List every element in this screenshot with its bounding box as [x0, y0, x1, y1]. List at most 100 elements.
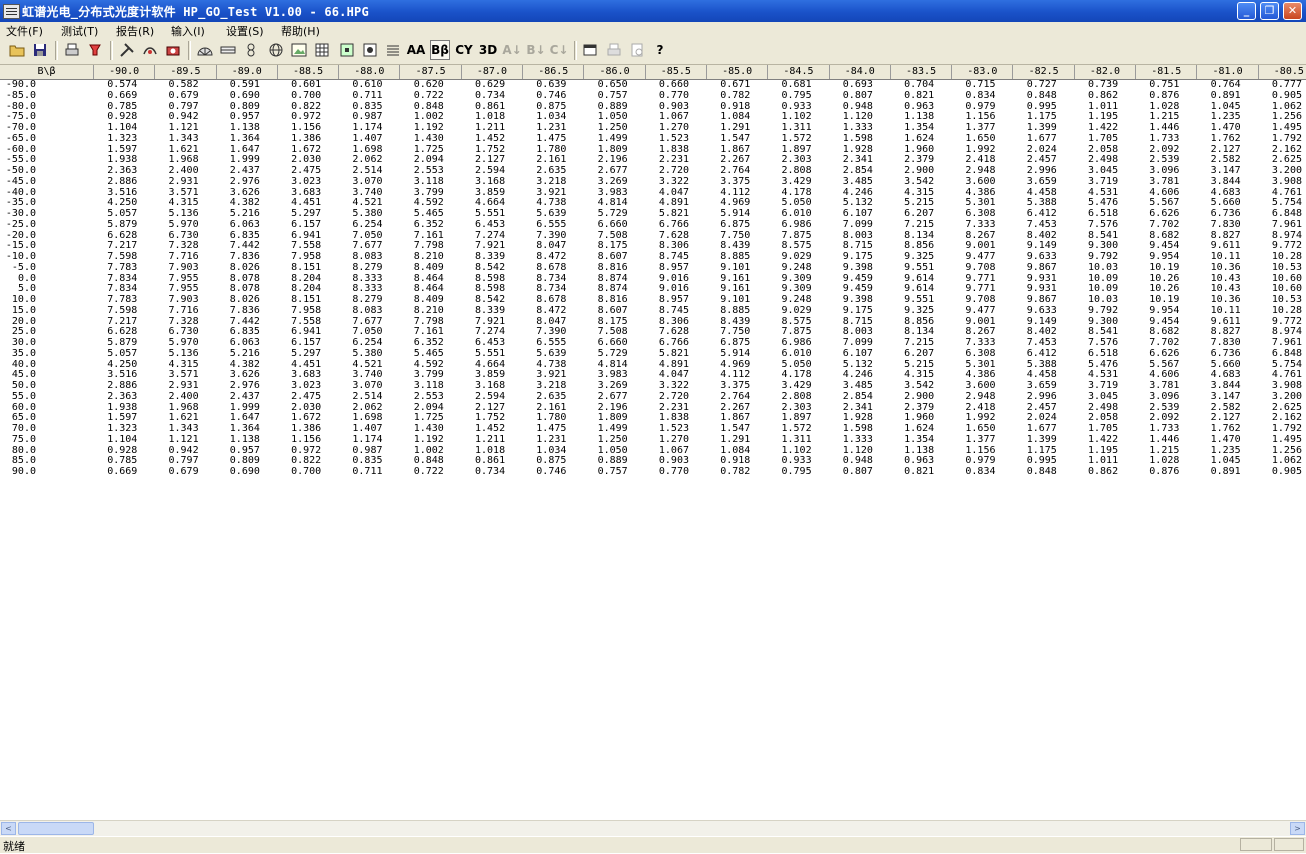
table-cell[interactable]: 7.598: [93, 305, 137, 317]
print-preview-icon[interactable]: [62, 40, 82, 60]
table-cell[interactable]: 1.470: [1197, 434, 1241, 446]
table-cell[interactable]: 0.746: [522, 466, 566, 478]
table-cell[interactable]: 9.325: [890, 305, 934, 317]
table-cell[interactable]: 8.083: [339, 305, 382, 317]
table-cell[interactable]: 0.876: [1135, 90, 1179, 102]
table-cell[interactable]: 2.720: [645, 391, 689, 403]
column-header[interactable]: -88.0: [339, 65, 401, 79]
table-cell[interactable]: 1.364: [216, 133, 260, 145]
table-cell[interactable]: 10.19: [1135, 262, 1179, 274]
table-cell[interactable]: 10.03: [1074, 262, 1118, 274]
table-cell[interactable]: 8.472: [522, 305, 566, 317]
table-cell[interactable]: 5.551: [461, 348, 505, 360]
table-cell[interactable]: 1.174: [339, 434, 382, 446]
table-cell[interactable]: 9.633: [1013, 305, 1057, 317]
table-cell[interactable]: 1.495: [1258, 434, 1302, 446]
table-cell[interactable]: 7.836: [216, 305, 260, 317]
table-cell[interactable]: 0.891: [1197, 90, 1241, 102]
print-icon[interactable]: [604, 40, 624, 60]
table-cell[interactable]: 1.138: [216, 434, 260, 446]
column-header[interactable]: -82.5: [1014, 65, 1075, 79]
table-cell[interactable]: 1.523: [645, 133, 689, 145]
scroll-right-icon[interactable]: >: [1290, 822, 1305, 835]
table-cell[interactable]: 0.690: [216, 466, 260, 478]
table-cell[interactable]: 8.885: [706, 305, 750, 317]
table-cell[interactable]: 5.057: [93, 348, 137, 360]
table-cell[interactable]: 0.679: [155, 90, 198, 102]
lamp-icon[interactable]: [85, 40, 105, 60]
table-cell[interactable]: 0.782: [706, 90, 750, 102]
table-cell[interactable]: 2.854: [829, 391, 873, 403]
table-cell[interactable]: 2.931: [155, 176, 198, 188]
menu-settings[interactable]: 设置(S): [226, 23, 264, 39]
spot-view-icon[interactable]: [337, 40, 357, 60]
table-cell[interactable]: 2.900: [890, 391, 934, 403]
table-cell[interactable]: 6.626: [1135, 348, 1179, 360]
open-icon[interactable]: [7, 40, 27, 60]
table-cell[interactable]: 2.976: [216, 176, 260, 188]
table-cell[interactable]: 2.363: [93, 391, 137, 403]
table-cell[interactable]: 6.063: [216, 219, 260, 231]
table-cell[interactable]: 0.722: [400, 90, 444, 102]
polar-chart-icon[interactable]: [195, 40, 215, 60]
table-cell[interactable]: 3.147: [1197, 391, 1241, 403]
table-cell[interactable]: 3.485: [829, 176, 873, 188]
table-cell[interactable]: 6.308: [952, 348, 995, 360]
table-cell[interactable]: 2.475: [277, 391, 321, 403]
table-cell[interactable]: 0.770: [645, 90, 689, 102]
camera-icon[interactable]: [163, 40, 183, 60]
table-cell[interactable]: 1.422: [1074, 434, 1118, 446]
image-icon[interactable]: [289, 40, 309, 60]
table-cell[interactable]: 0.711: [339, 466, 382, 478]
sort-a-button[interactable]: A↓: [502, 40, 522, 60]
table-cell[interactable]: 0.862: [1074, 466, 1118, 478]
table-cell[interactable]: 0.746: [522, 90, 566, 102]
table-cell[interactable]: 1.792: [1258, 133, 1302, 145]
table-cell[interactable]: 0.834: [952, 90, 995, 102]
table-cell[interactable]: 0.722: [400, 466, 444, 478]
table-cell[interactable]: 0.770: [645, 466, 689, 478]
table-cell[interactable]: 1.377: [952, 434, 995, 446]
table-cell[interactable]: 0.862: [1074, 90, 1118, 102]
table-cell[interactable]: 5.729: [584, 348, 628, 360]
table-cell[interactable]: 0.782: [706, 466, 750, 478]
menu-file[interactable]: 文件(F): [6, 23, 43, 39]
table-cell[interactable]: 6.453: [461, 219, 505, 231]
table-cell[interactable]: 1.399: [1013, 434, 1057, 446]
column-header[interactable]: -86.0: [584, 65, 646, 79]
table-cell[interactable]: 5.297: [277, 348, 321, 360]
table-cell[interactable]: 0.700: [277, 90, 321, 102]
table-cell[interactable]: 9.398: [829, 262, 873, 274]
table-cell[interactable]: 6.766: [645, 219, 689, 231]
table-cell[interactable]: 0.734: [461, 90, 505, 102]
table-cell[interactable]: 3.322: [645, 176, 689, 188]
table-cell[interactable]: 0.807: [829, 466, 873, 478]
column-header[interactable]: -87.0: [462, 65, 524, 79]
column-header[interactable]: -81.5: [1136, 65, 1198, 79]
column-header[interactable]: -83.0: [952, 65, 1014, 79]
table-cell[interactable]: 9.551: [890, 262, 934, 274]
table-cell[interactable]: 5.380: [339, 348, 382, 360]
table-cell[interactable]: 7.961: [1258, 219, 1302, 231]
table-cell[interactable]: 2.677: [584, 391, 628, 403]
menu-help[interactable]: 帮助(H): [281, 23, 320, 39]
aa-mode-button[interactable]: AA: [406, 40, 426, 60]
table-cell[interactable]: 1.104: [93, 434, 137, 446]
table-cell[interactable]: 6.207: [890, 348, 934, 360]
menu-report[interactable]: 报告(R): [116, 23, 154, 39]
table-cell[interactable]: 6.352: [400, 219, 444, 231]
table-cell[interactable]: 5.914: [706, 348, 750, 360]
help-icon[interactable]: ?: [650, 40, 670, 60]
table-cell[interactable]: 2.437: [216, 391, 260, 403]
column-header[interactable]: -90.0: [94, 65, 156, 79]
table-cell[interactable]: 1.323: [93, 133, 137, 145]
table-cell[interactable]: 1.624: [890, 133, 934, 145]
3d-view-button[interactable]: 3D: [478, 40, 498, 60]
table-cell[interactable]: 5.970: [155, 219, 198, 231]
table-cell[interactable]: 1.650: [952, 133, 995, 145]
table-cell[interactable]: 3.781: [1135, 176, 1179, 188]
table-cell[interactable]: 9.708: [952, 262, 995, 274]
table-cell[interactable]: 8.151: [277, 262, 321, 274]
menu-input[interactable]: 输入(I): [171, 23, 205, 39]
table-cell[interactable]: 10.11: [1197, 305, 1241, 317]
